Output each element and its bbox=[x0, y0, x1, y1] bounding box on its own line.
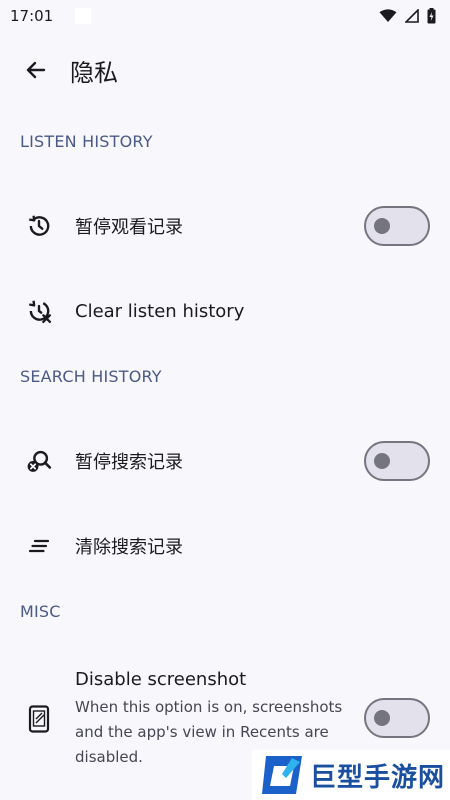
pause-listen-history-label: 暂停观看记录 bbox=[75, 217, 183, 238]
history-icon bbox=[24, 211, 54, 241]
clear-search-history-row[interactable]: 清除搜索记录 bbox=[0, 521, 450, 571]
disable-screenshot-toggle[interactable] bbox=[364, 698, 430, 738]
section-header-listen-history: LISTEN HISTORY bbox=[20, 132, 153, 151]
disable-screenshot-title: Disable screenshot bbox=[75, 669, 247, 690]
status-bar: 17:01 bbox=[0, 0, 450, 32]
clear-listen-history-row[interactable]: Clear listen history bbox=[0, 286, 450, 336]
pause-listen-history-toggle[interactable] bbox=[364, 206, 430, 246]
phone-icon bbox=[24, 704, 54, 734]
back-button[interactable] bbox=[16, 50, 56, 90]
search-off-icon bbox=[24, 446, 54, 476]
clear-listen-history-label: Clear listen history bbox=[75, 300, 245, 322]
history-clear-icon bbox=[24, 296, 54, 326]
wifi-icon bbox=[379, 9, 397, 22]
watermark-text: 巨型手游网 bbox=[310, 762, 446, 793]
toggle-knob bbox=[374, 218, 390, 234]
watermark-logo-icon bbox=[262, 756, 302, 794]
notification-icon bbox=[75, 8, 92, 24]
pause-search-history-label: 暂停搜索记录 bbox=[75, 452, 183, 473]
battery-icon bbox=[427, 8, 436, 24]
toggle-knob bbox=[374, 710, 390, 726]
pause-search-history-toggle[interactable] bbox=[364, 441, 430, 481]
status-time: 17:01 bbox=[10, 7, 54, 25]
pause-search-history-row[interactable]: 暂停搜索记录 bbox=[0, 435, 450, 487]
section-header-search-history: SEARCH HISTORY bbox=[20, 367, 162, 386]
toggle-knob bbox=[374, 453, 390, 469]
signal-icon bbox=[405, 9, 419, 23]
watermark: 巨型手游网 bbox=[252, 750, 450, 800]
page-title: 隐私 bbox=[70, 58, 118, 87]
status-icons bbox=[379, 8, 436, 24]
clear-search-history-label: 清除搜索记录 bbox=[75, 537, 183, 558]
section-header-misc: MISC bbox=[20, 602, 61, 621]
arrow-left-icon bbox=[26, 61, 46, 79]
app-bar: 隐私 bbox=[0, 44, 450, 96]
clear-all-icon bbox=[24, 531, 54, 561]
pause-listen-history-row[interactable]: 暂停观看记录 bbox=[0, 200, 450, 252]
